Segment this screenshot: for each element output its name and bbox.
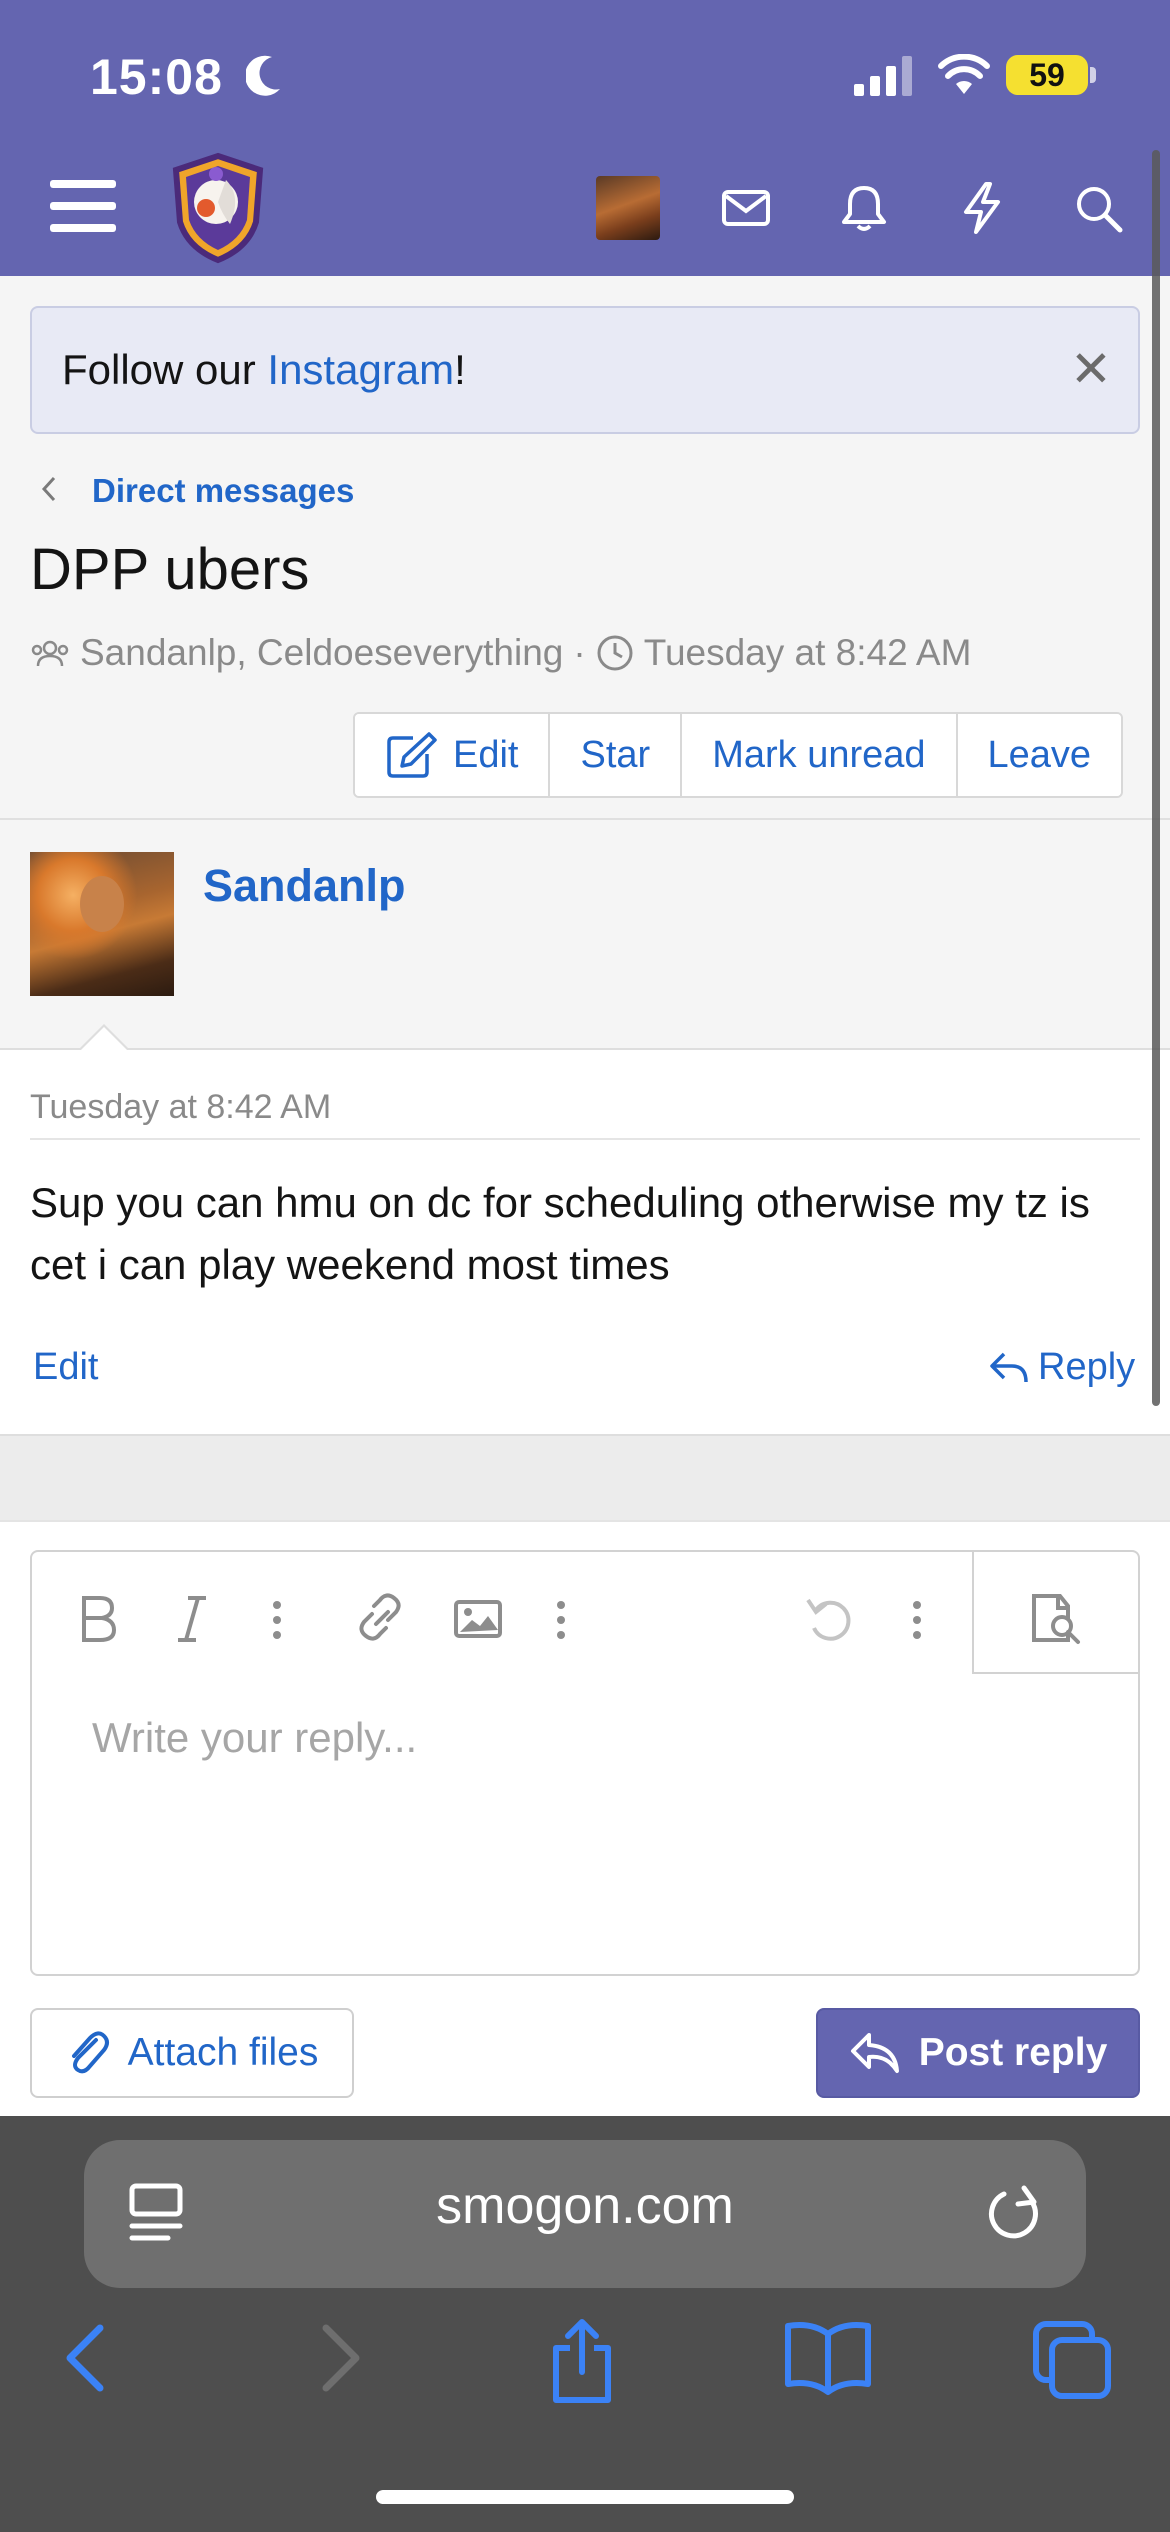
attach-files-button[interactable]: Attach files [30, 2008, 354, 2098]
clock-icon [597, 635, 633, 671]
star-button[interactable]: Star [550, 714, 683, 796]
author-name[interactable]: Sandanlp [203, 860, 406, 912]
share-icon[interactable] [546, 2318, 618, 2404]
conversation-meta: Sandanlp, Celdoeseverything · Tuesday at… [30, 632, 971, 674]
undo-icon[interactable] [804, 1590, 856, 1646]
message-arrow-inner [80, 1027, 128, 1051]
status-time: 15:08 [90, 49, 223, 105]
chevron-left-icon[interactable] [36, 472, 62, 506]
bell-icon[interactable] [836, 180, 892, 236]
scrollbar[interactable] [1152, 150, 1160, 1406]
conversation-actions: Edit Star Mark unread Leave [353, 712, 1124, 798]
hamburger-icon[interactable] [50, 180, 116, 234]
section-spacer [0, 1436, 1170, 1520]
reply-link[interactable]: Reply [988, 1346, 1135, 1389]
more-icon[interactable] [912, 1600, 922, 1640]
link-icon[interactable] [354, 1590, 406, 1646]
more-icon[interactable] [272, 1600, 282, 1640]
tabs-icon[interactable] [1030, 2318, 1116, 2404]
paperclip-icon [71, 2031, 109, 2074]
leave-button[interactable]: Leave [957, 714, 1122, 796]
image-icon[interactable] [452, 1590, 504, 1646]
mail-icon[interactable] [718, 180, 774, 236]
edit-button[interactable]: Edit [355, 714, 551, 796]
author-avatar[interactable] [30, 852, 174, 996]
bolt-icon[interactable] [954, 180, 1010, 236]
breadcrumb[interactable]: Direct messages [92, 472, 354, 510]
signal-icon [854, 56, 912, 96]
page-title: DPP ubers [30, 537, 310, 602]
divider [30, 1138, 1140, 1140]
notice-text: Follow our Instagram! [62, 346, 466, 393]
reload-icon[interactable] [984, 2180, 1048, 2248]
search-icon[interactable] [1070, 180, 1126, 236]
back-icon[interactable] [58, 2318, 114, 2398]
more-icon[interactable] [556, 1600, 566, 1640]
reply-icon [990, 1352, 1028, 1382]
battery-nub [1090, 67, 1096, 83]
forward-icon[interactable] [312, 2318, 368, 2398]
pencil-icon [387, 732, 437, 778]
message-edit-link[interactable]: Edit [33, 1346, 98, 1389]
bold-icon[interactable] [78, 1590, 118, 1646]
user-avatar[interactable] [596, 176, 660, 240]
site-logo[interactable] [168, 152, 268, 264]
reply-placeholder[interactable]: Write your reply... [92, 1714, 417, 1762]
toolbar-divider [972, 1552, 974, 1674]
meta-separator: · [573, 632, 586, 673]
users-icon [31, 640, 69, 667]
italic-icon[interactable] [172, 1590, 212, 1646]
toolbar-divider [972, 1672, 1138, 1674]
battery-indicator: 59 [1006, 55, 1088, 95]
close-icon[interactable]: ✕ [1070, 340, 1112, 398]
message-date[interactable]: Tuesday at 8:42 AM [30, 1088, 331, 1127]
wifi-icon [938, 54, 990, 94]
participants[interactable]: Sandanlp, Celdoeseverything [80, 632, 563, 674]
preview-icon[interactable] [1026, 1590, 1084, 1646]
home-indicator[interactable] [376, 2490, 794, 2504]
mark-unread-button[interactable]: Mark unread [682, 714, 958, 796]
moon-icon [246, 55, 280, 96]
message-text: Sup you can hmu on dc for scheduling oth… [30, 1179, 1090, 1288]
instagram-link[interactable]: Instagram [267, 346, 454, 393]
message-header [0, 818, 1170, 1048]
post-reply-button[interactable]: Post reply [816, 2008, 1140, 2098]
bookmarks-icon[interactable] [782, 2318, 874, 2398]
start-date[interactable]: Tuesday at 8:42 AM [644, 632, 972, 674]
reply-icon [850, 2033, 899, 2073]
